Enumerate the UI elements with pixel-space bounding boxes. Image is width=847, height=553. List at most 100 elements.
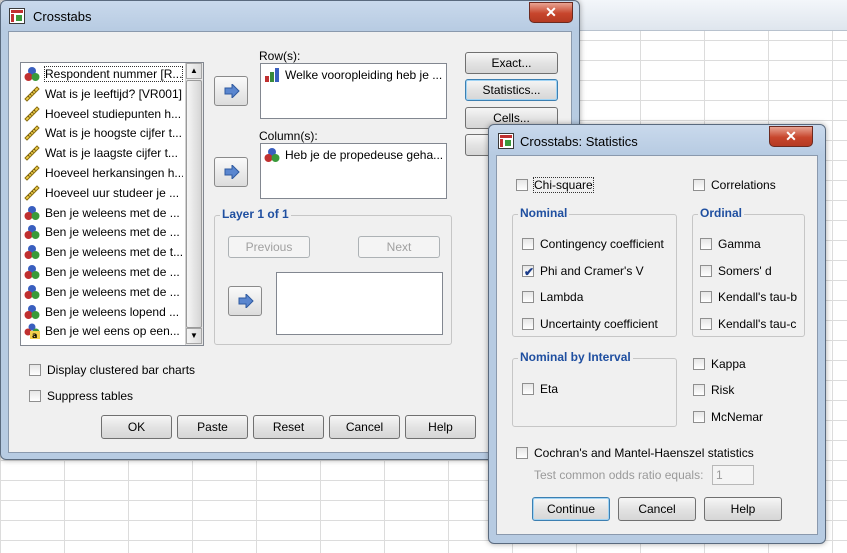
- cancel-button[interactable]: Cancel: [329, 415, 400, 439]
- nominal-icon: [24, 245, 40, 260]
- nominal-icon: [264, 148, 280, 162]
- statistics-close-icon[interactable]: ✕: [769, 126, 813, 147]
- variable-list-item[interactable]: Ben je weleens met de ...: [23, 223, 183, 242]
- variable-list-item[interactable]: Ben je weleens lopend ...: [23, 303, 183, 322]
- exact-button[interactable]: Exact...: [465, 52, 558, 74]
- somers-d-label: Somers' d: [718, 264, 772, 278]
- contingency-coefficient-label: Contingency coefficient: [540, 237, 664, 251]
- statistics-button[interactable]: Statistics...: [465, 79, 558, 101]
- layer-title: Layer 1 of 1: [220, 207, 291, 221]
- gamma-label: Gamma: [718, 237, 761, 251]
- nominal-title: Nominal: [518, 206, 570, 220]
- columns-label: Column(s):: [259, 129, 318, 143]
- odds-ratio-label: Test common odds ratio equals:: [534, 468, 704, 482]
- variable-label: Wat is je hoogste cijfer t...: [45, 126, 182, 141]
- layer-list[interactable]: [276, 272, 443, 335]
- nominal-by-interval-title: Nominal by Interval: [518, 350, 633, 364]
- variable-list-item[interactable]: Wat is je leeftijd? [VR001]: [23, 85, 183, 104]
- checkmark-icon: ✔: [524, 265, 535, 279]
- variable-label: Ben je weleens met de ...: [45, 205, 180, 220]
- rows-list-item[interactable]: Welke vooropleiding heb je ...: [263, 66, 443, 85]
- crosstabs-title: Crosstabs: [33, 9, 92, 24]
- variable-list-item[interactable]: Hoeveel herkansingen h...: [23, 164, 183, 183]
- variable-label: Ben je weleens met de ...: [45, 284, 180, 299]
- variable-label: Hoeveel uur studeer je ...: [45, 185, 180, 200]
- uncertainty-coefficient-label: Uncertainty coefficient: [540, 317, 658, 331]
- variable-label: Ben je weleens met de ...: [45, 265, 180, 279]
- stats-help-button[interactable]: Help: [704, 497, 782, 521]
- right-arrow-icon: [224, 165, 240, 179]
- scale-ruler-icon: [24, 105, 40, 122]
- statistics-titlebar[interactable]: Crosstabs: Statistics ✕: [489, 125, 825, 155]
- statistics-client-area: Chi-square Correlations Nominal Continge…: [496, 155, 818, 535]
- variable-label: Ben je weleens met de t...: [45, 245, 183, 260]
- crosstabs-app-icon: [9, 8, 25, 24]
- suppress-tables-label: Suppress tables: [47, 389, 134, 403]
- kendalls-tau-b-label: Kendall's tau-b: [718, 290, 798, 304]
- continue-button[interactable]: Continue: [532, 497, 610, 521]
- variable-list-item[interactable]: Wat is je hoogste cijfer t...: [23, 124, 183, 143]
- odds-ratio-input[interactable]: 1: [712, 465, 754, 485]
- variable-list-item[interactable]: Ben je weleens met de ...: [23, 204, 183, 223]
- ok-button[interactable]: OK: [101, 415, 172, 439]
- help-button[interactable]: Help: [405, 415, 476, 439]
- move-to-columns-button[interactable]: [214, 157, 248, 187]
- ordinal-bar-icon: [265, 68, 279, 82]
- risk-label: Risk: [711, 383, 735, 397]
- kendalls-tau-c-label: Kendall's tau-c: [718, 317, 797, 331]
- statistics-title: Crosstabs: Statistics: [520, 134, 638, 149]
- nominal-icon: [24, 265, 40, 279]
- cochran-mantel-haenszel-label: Cochran's and Mantel-Haenszel statistics: [534, 446, 754, 460]
- variable-list-item[interactable]: Hoeveel uur studeer je ...: [23, 184, 183, 203]
- variable-label: Wat is je leeftijd? [VR001]: [45, 86, 182, 101]
- right-arrow-icon: [224, 84, 240, 98]
- nominal-icon: [24, 67, 40, 81]
- spreadsheet-toolbar-background: [560, 0, 847, 31]
- paste-button[interactable]: Paste: [177, 415, 248, 439]
- scale-ruler-icon: [24, 86, 40, 102]
- nominal-icon: [24, 205, 40, 220]
- variable-list-item[interactable]: Ben je weleens met de t...: [23, 243, 183, 262]
- nominal-icon: [24, 225, 40, 240]
- rows-value: Welke vooropleiding heb je ...: [285, 68, 443, 82]
- move-to-layer-button[interactable]: [228, 286, 262, 316]
- scroll-down-icon[interactable]: ▼: [186, 328, 202, 344]
- nominal-by-interval-group: Nominal by Interval Eta: [512, 350, 677, 427]
- variable-list-item[interactable]: Hoeveel studiepunten h...: [23, 105, 183, 124]
- crosstabs-titlebar[interactable]: Crosstabs ✕: [1, 1, 579, 31]
- rows-list[interactable]: Welke vooropleiding heb je ...: [260, 63, 447, 119]
- columns-value: Heb je de propedeuse geha...: [285, 148, 443, 162]
- scale-ruler-icon: [24, 125, 40, 142]
- variable-list-item[interactable]: Ben je weleens met de ...: [23, 283, 183, 302]
- scroll-thumb[interactable]: [186, 80, 202, 328]
- scale-ruler-icon: [24, 165, 40, 181]
- variable-label: Respondent nummer [R...: [43, 66, 183, 82]
- ordinal-group: Ordinal Gamma Somers' d Kendall's tau-b …: [692, 206, 805, 337]
- variable-list-item[interactable]: Ben je weleens met de ...: [23, 263, 183, 282]
- variable-label: Ben je weleens lopend ...: [45, 304, 180, 319]
- previous-button[interactable]: Previous: [228, 236, 310, 258]
- move-to-rows-button[interactable]: [214, 76, 248, 106]
- crosstabs-close-icon[interactable]: ✕: [529, 2, 573, 23]
- string-nominal-icon: a: [24, 323, 40, 340]
- variable-label: Wat is je laagste cijfer t...: [45, 146, 178, 161]
- variable-list-item[interactable]: Respondent nummer [R...: [23, 65, 183, 84]
- mcnemar-label: McNemar: [711, 410, 764, 424]
- eta-label: Eta: [540, 382, 559, 396]
- variable-list-scrollbar[interactable]: ▲ ▼: [185, 63, 203, 345]
- variable-list-item[interactable]: Wat is je laagste cijfer t...: [23, 144, 183, 163]
- statistics-dialog: Crosstabs: Statistics ✕ Chi-square Corre…: [488, 124, 826, 544]
- next-button[interactable]: Next: [358, 236, 440, 258]
- stats-cancel-button[interactable]: Cancel: [618, 497, 696, 521]
- lambda-label: Lambda: [540, 290, 584, 304]
- layer-group: Layer 1 of 1 Previous Next: [214, 207, 452, 345]
- scroll-up-icon[interactable]: ▲: [186, 63, 202, 79]
- columns-list-item[interactable]: Heb je de propedeuse geha...: [263, 146, 443, 165]
- chi-square-label: Chi-square: [533, 177, 594, 193]
- variable-list[interactable]: Respondent nummer [R... Wat is je leeftij…: [20, 62, 204, 346]
- variable-label: Hoeveel studiepunten h...: [45, 106, 182, 121]
- columns-list[interactable]: Heb je de propedeuse geha...: [260, 143, 447, 199]
- reset-button[interactable]: Reset: [253, 415, 324, 439]
- variable-list-item[interactable]: a Ben je wel eens op een...: [23, 322, 183, 341]
- correlations-label: Correlations: [711, 178, 776, 192]
